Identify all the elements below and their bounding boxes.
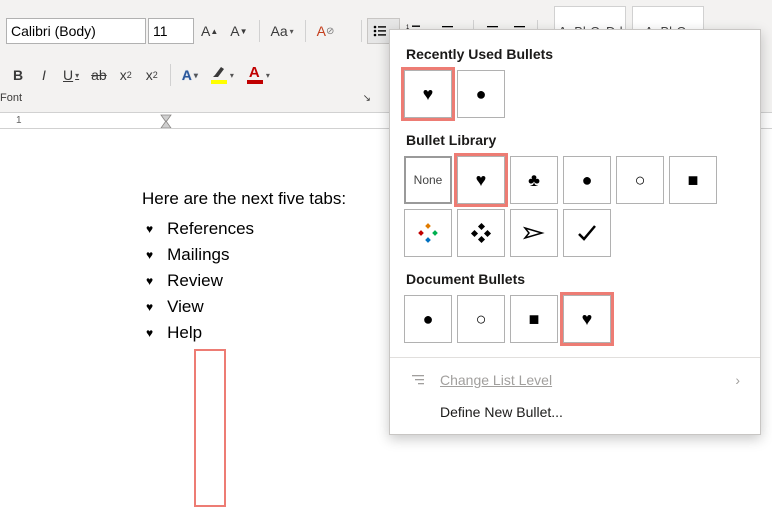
bullet-square[interactable]: ■	[510, 295, 558, 343]
strikethrough-button[interactable]: ab	[86, 62, 112, 88]
superscript-button[interactable]: x2	[140, 62, 164, 88]
intro-text: Here are the next five tabs:	[142, 189, 362, 209]
font-color-button[interactable]: A ▾	[241, 62, 275, 88]
define-new-bullet-item[interactable]: Define New Bullet...	[390, 396, 760, 428]
bullet-list: ♥References ♥Mailings ♥Review ♥View ♥Hel…	[146, 219, 362, 343]
highlight-icon	[210, 66, 228, 80]
font-group-label: Font	[0, 92, 22, 104]
check-icon	[576, 222, 598, 244]
heart-icon: ♥	[146, 300, 153, 314]
bullet-heart[interactable]: ♥	[457, 156, 505, 204]
list-item: ♥Mailings	[146, 245, 362, 265]
font-name-select[interactable]	[6, 18, 146, 44]
clear-formatting-button[interactable]: A⊘	[312, 18, 340, 44]
list-item: ♥View	[146, 297, 362, 317]
bullet-heart[interactable]: ♥	[404, 70, 452, 118]
heart-icon: ♥	[146, 274, 153, 288]
document-bullets-title: Document Bullets	[390, 265, 760, 295]
change-list-level-item: Change List Level ›	[390, 364, 760, 396]
underline-button[interactable]: U▾	[58, 62, 84, 88]
text-effects-button[interactable]: A▾	[177, 62, 203, 88]
bullet-disc[interactable]: ●	[563, 156, 611, 204]
font-size-select[interactable]	[148, 18, 194, 44]
italic-button[interactable]: I	[32, 62, 56, 88]
arrow-icon	[522, 223, 546, 243]
bullet-heart[interactable]: ♥	[563, 295, 611, 343]
bullet-disc[interactable]: ●	[457, 70, 505, 118]
list-item: ♥Review	[146, 271, 362, 291]
bullet-square[interactable]: ■	[669, 156, 717, 204]
indent-marker-icon[interactable]	[159, 114, 173, 128]
bullet-diamond-cluster[interactable]	[457, 209, 505, 257]
chevron-right-icon: ›	[735, 372, 740, 388]
bullet-circle[interactable]: ○	[457, 295, 505, 343]
list-item: ♥Help	[146, 323, 362, 343]
highlight-bullets-column	[194, 349, 226, 507]
subscript-button[interactable]: x2	[114, 62, 138, 88]
bullet-diamond4[interactable]	[404, 209, 452, 257]
increase-font-size-button[interactable]: A▲	[196, 18, 223, 44]
heart-icon: ♥	[146, 222, 153, 236]
highlight-button[interactable]: ▾	[205, 62, 239, 88]
recent-bullets-title: Recently Used Bullets	[390, 40, 760, 70]
ruler-mark-1: 1	[16, 115, 22, 126]
bullets-icon	[372, 23, 388, 39]
four-diamond-icon	[418, 223, 438, 243]
bullet-club[interactable]: ♣	[510, 156, 558, 204]
font-group-launcher-icon[interactable]: ↘	[363, 93, 375, 104]
bullet-none[interactable]: None	[404, 156, 452, 204]
bullet-arrow[interactable]	[510, 209, 558, 257]
list-item: ♥References	[146, 219, 362, 239]
change-case-button[interactable]: Aa▾	[266, 18, 299, 44]
bullet-check[interactable]	[563, 209, 611, 257]
decrease-font-size-button[interactable]: A▼	[225, 18, 252, 44]
heart-icon: ♥	[146, 248, 153, 262]
bullet-library-title: Bullet Library	[390, 126, 760, 156]
diamond-cluster-icon	[470, 222, 492, 244]
heart-icon: ♥	[146, 326, 153, 340]
bold-button[interactable]: B	[6, 62, 30, 88]
bullets-dropdown: Recently Used Bullets ♥ ● Bullet Library…	[389, 29, 761, 435]
list-level-icon	[410, 373, 428, 387]
bullet-disc[interactable]: ●	[404, 295, 452, 343]
bullet-circle[interactable]: ○	[616, 156, 664, 204]
